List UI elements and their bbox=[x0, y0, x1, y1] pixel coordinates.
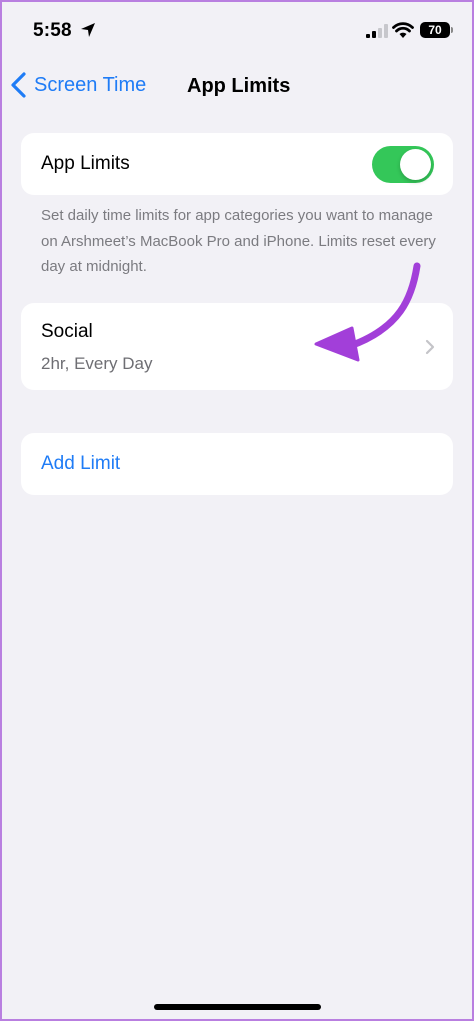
cellular-signal-icon bbox=[366, 24, 388, 38]
limit-title: Social bbox=[41, 321, 93, 342]
chevron-left-icon bbox=[11, 72, 26, 98]
status-time: 5:58 bbox=[33, 20, 72, 41]
wifi-icon bbox=[392, 22, 414, 38]
status-bar: 5:58 70 bbox=[0, 0, 474, 60]
limit-schedule: 2hr, Every Day bbox=[41, 354, 153, 373]
app-limits-description: Set daily time limits for app categories… bbox=[41, 207, 436, 275]
app-limits-toggle-label: App Limits bbox=[41, 153, 130, 174]
app-limits-toggle-row: App Limits bbox=[21, 133, 453, 195]
battery-level: 70 bbox=[428, 23, 442, 37]
add-limit-label: Add Limit bbox=[41, 453, 121, 474]
chevron-right-icon bbox=[425, 339, 435, 355]
toggle-knob bbox=[400, 149, 431, 180]
back-button-label: Screen Time bbox=[34, 73, 147, 96]
location-arrow-icon bbox=[81, 23, 95, 37]
home-indicator[interactable] bbox=[154, 1004, 321, 1010]
page-title: App Limits bbox=[187, 75, 291, 97]
back-button[interactable]: Screen Time bbox=[10, 70, 146, 100]
navigation-bar: Screen Time App Limits bbox=[0, 62, 474, 108]
app-limits-toggle-switch[interactable] bbox=[372, 146, 434, 183]
battery-icon: 70 bbox=[420, 22, 453, 38]
add-limit-button[interactable]: Add Limit bbox=[21, 433, 453, 495]
limit-row-social[interactable]: Social 2hr, Every Day bbox=[21, 303, 453, 390]
